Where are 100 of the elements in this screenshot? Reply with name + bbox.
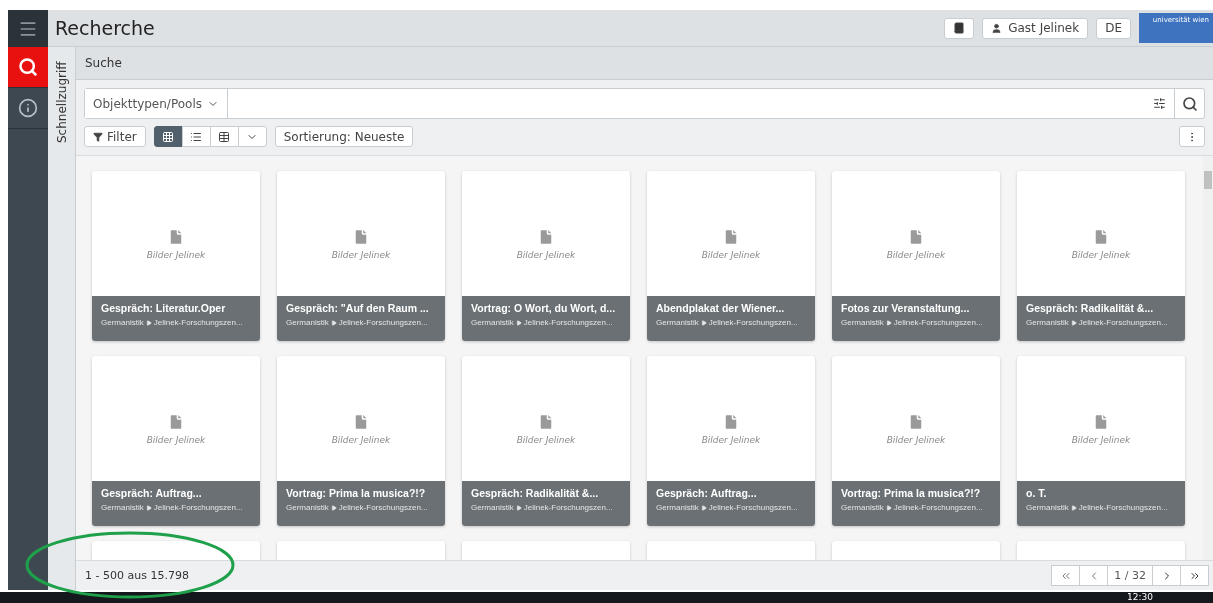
language-button[interactable]: DE	[1096, 17, 1131, 39]
result-card[interactable]: Bilder Jelinek Fotos zur Veranstaltung... Germanistik Jelinek-Forschungszen...	[832, 171, 1000, 341]
filter-icon	[93, 131, 103, 142]
view-button[interactable]	[153, 126, 183, 147]
file-icon	[167, 227, 185, 246]
card-path: Germanistik	[101, 318, 144, 327]
image-label: Bilder Jelinek	[701, 249, 761, 260]
caret-icon	[885, 504, 892, 511]
caret-icon	[145, 504, 152, 511]
filter-button[interactable]: Filter	[84, 126, 146, 147]
card-path: Jelinek-Forschungszen...	[1078, 318, 1168, 327]
image-label: Bilder Jelinek	[1071, 249, 1131, 260]
list-view-icon	[190, 130, 203, 143]
result-card[interactable]: Bilder Jelinek Abendplakat der Wiener... Germanistik Jelinek-Forschungszen...	[647, 171, 815, 341]
caret-icon	[515, 319, 522, 326]
image-label: Bilder Jelinek	[516, 249, 576, 260]
caret-icon	[330, 319, 337, 326]
card-path: Jelinek-Forschungszen...	[893, 503, 983, 512]
caret-icon	[700, 504, 707, 511]
card-path: Germanistik	[841, 503, 884, 512]
card-title: Fotos zur Veranstaltung...	[841, 302, 971, 314]
first-page-button[interactable]	[1051, 565, 1081, 586]
card-title: Vortrag: O Wort, du Wort, d...	[471, 302, 617, 314]
result-card[interactable]: Bilder Jelinek Vortrag: Prima la musica?!? Germanistik Jelinek-Forschungszen...	[277, 356, 445, 526]
file-icon	[167, 412, 185, 431]
taskbar-clock: 12:30	[1127, 592, 1153, 603]
image-label: Bilder Jelinek	[886, 249, 946, 260]
previous-page-button[interactable]	[1079, 565, 1109, 586]
caret-icon	[1070, 319, 1077, 326]
card-path: Jelinek-Forschungszen...	[708, 503, 798, 512]
user-icon	[991, 22, 1003, 34]
file-icon	[1092, 412, 1110, 431]
sliders-icon	[1152, 97, 1166, 110]
more-button[interactable]	[1179, 126, 1205, 147]
card-title: Gespräch: "Auf den Raum ...	[286, 302, 430, 314]
card-path: Germanistik	[286, 503, 329, 512]
caret-icon	[700, 319, 707, 326]
image-label: Bilder Jelinek	[146, 434, 206, 445]
result-card[interactable]: Bilder Jelinek Gespräch: Auftrag... Germanistik Jelinek-Forschungszen...	[92, 356, 260, 526]
result-card[interactable]: Bilder Jelinek Vortrag: O Wort, du Wort, d... Germanistik Jelinek-Forschungszen...	[462, 171, 630, 341]
card-title: Gespräch: Literatur.Oper	[101, 302, 227, 314]
quick-access-tab[interactable]: Schnellzugriff	[54, 63, 69, 143]
book-button[interactable]	[944, 17, 975, 39]
nav-button[interactable]	[8, 47, 48, 88]
card-title: Vortrag: Prima la musica?!?	[286, 487, 427, 499]
card-path: Jelinek-Forschungszen...	[523, 503, 613, 512]
card-title: Gespräch: Auftrag...	[101, 487, 203, 499]
card-path: Germanistik	[1026, 318, 1069, 327]
image-label: Bilder Jelinek	[1071, 434, 1131, 445]
page-indicator[interactable]: 1 / 32	[1107, 565, 1153, 586]
info-icon	[18, 98, 38, 118]
last-page-button[interactable]	[1180, 565, 1209, 586]
image-label: Bilder Jelinek	[146, 249, 206, 260]
card-path: Germanistik	[471, 503, 514, 512]
card-title: o. T.	[1026, 487, 1048, 499]
image-label: Bilder Jelinek	[886, 434, 946, 445]
card-title: Abendplakat der Wiener...	[656, 302, 786, 314]
pools-dropdown[interactable]: Objekttypen/Pools	[85, 89, 228, 118]
search-icon	[1181, 95, 1198, 112]
card-path: Jelinek-Forschungszen...	[153, 503, 243, 512]
file-icon	[907, 412, 925, 431]
file-icon	[907, 227, 925, 246]
caret-icon	[330, 504, 337, 511]
section-title: Suche	[85, 56, 122, 70]
result-card[interactable]: Bilder Jelinek Vortrag: Prima la musica?!? Germanistik Jelinek-Forschungszen...	[832, 356, 1000, 526]
card-title: Vortrag: Prima la musica?!?	[841, 487, 982, 499]
image-label: Bilder Jelinek	[516, 434, 576, 445]
user-button[interactable]: Gast Jelinek	[982, 17, 1089, 39]
page-title: Recherche	[55, 17, 156, 39]
search-icon	[18, 57, 38, 77]
result-card[interactable]: Bilder Jelinek Gespräch: Radikalität &... Germanistik Jelinek-Forschungszen...	[462, 356, 630, 526]
next-page-button[interactable]	[1152, 565, 1181, 586]
card-path: Germanistik	[841, 318, 884, 327]
grid-view-icon	[162, 130, 175, 143]
card-path: Jelinek-Forschungszen...	[153, 318, 243, 327]
result-card[interactable]: Bilder Jelinek Gespräch: "Auf den Raum ... Germanistik Jelinek-Forschungszen...	[277, 171, 445, 341]
file-icon	[1092, 227, 1110, 246]
result-card[interactable]: Bilder Jelinek Gespräch: Literatur.Oper Germanistik Jelinek-Forschungszen...	[92, 171, 260, 341]
caret-icon	[145, 319, 152, 326]
result-card[interactable]: Bilder Jelinek o. T. Germanistik Jelinek-Forschungszen...	[1017, 356, 1185, 526]
result-card[interactable]: Bilder Jelinek Gespräch: Radikalität &... Germanistik Jelinek-Forschungszen...	[1017, 171, 1185, 341]
file-icon	[352, 412, 370, 431]
file-icon	[537, 412, 555, 431]
image-label: Bilder Jelinek	[331, 249, 391, 260]
card-path: Germanistik	[656, 503, 699, 512]
card-path: Germanistik	[101, 503, 144, 512]
card-path: Jelinek-Forschungszen...	[893, 318, 983, 327]
file-icon	[537, 227, 555, 246]
card-title: Gespräch: Auftrag...	[656, 487, 758, 499]
result-card[interactable]: Bilder Jelinek Gespräch: Auftrag... Germanistik Jelinek-Forschungszen...	[647, 356, 815, 526]
sort-button[interactable]: Sortierung: Neueste	[274, 126, 414, 147]
card-path: Jelinek-Forschungszen...	[523, 318, 613, 327]
card-title: Gespräch: Radikalität &...	[471, 487, 600, 499]
caret-icon	[885, 319, 892, 326]
card-title: Gespräch: Radikalität &...	[1026, 302, 1155, 314]
scrollbar[interactable]	[1203, 156, 1213, 560]
card-path: Germanistik	[286, 318, 329, 327]
caret-icon	[1070, 504, 1077, 511]
card-path: Jelinek-Forschungszen...	[1078, 503, 1168, 512]
file-icon	[722, 412, 740, 431]
